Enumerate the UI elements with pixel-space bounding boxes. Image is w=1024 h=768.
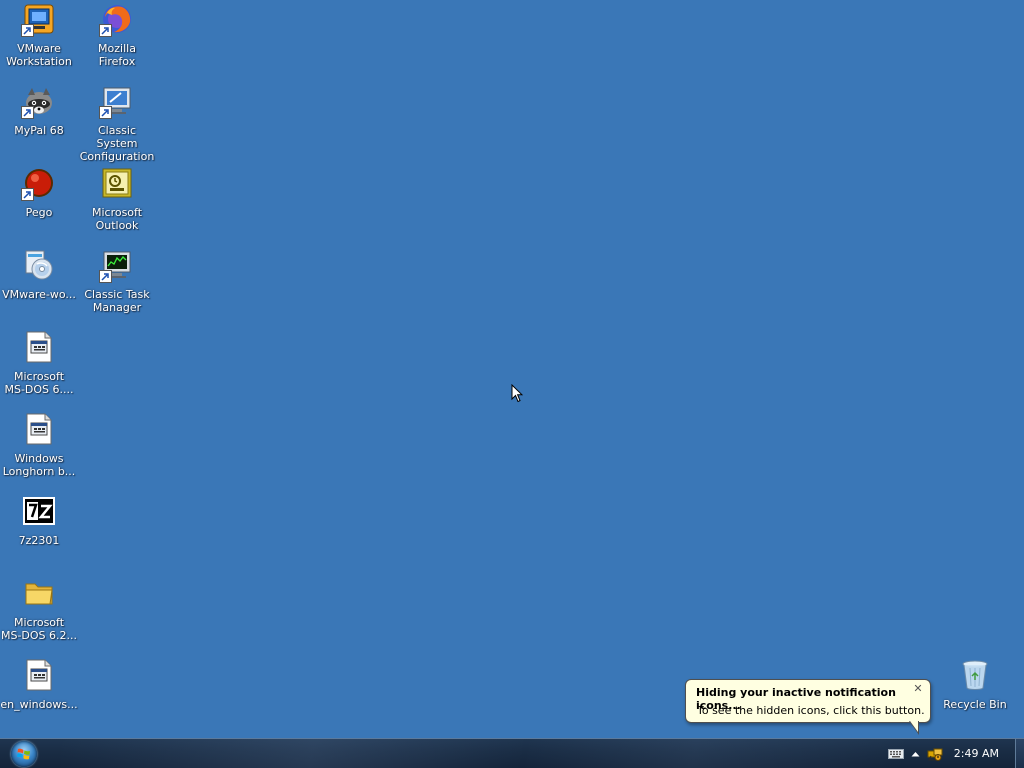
network-alert-icon[interactable] <box>926 747 944 761</box>
desktop-icon-pego[interactable]: Pego <box>0 167 78 219</box>
shortcut-arrow-icon <box>21 188 34 201</box>
windows-logo-icon <box>11 741 37 767</box>
disk-image-file-icon <box>23 659 55 691</box>
taskbar-clock[interactable]: 2:49 AM <box>954 747 999 760</box>
keyboard-icon[interactable] <box>886 748 906 759</box>
desktop-icon-recycle-bin[interactable]: Recycle Bin <box>936 659 1014 711</box>
vmware-workstation-icon <box>21 3 55 37</box>
show-desktop-button[interactable] <box>1015 739 1024 768</box>
desktop-icon-microsoft-ms-dos-6-2-folder[interactable]: Microsoft MS-DOS 6.2... <box>0 577 78 642</box>
shortcut-arrow-icon <box>21 106 34 119</box>
start-button[interactable] <box>8 740 40 768</box>
disk-image-file-icon <box>23 413 55 445</box>
desktop-icon-label: Recycle Bin <box>943 698 1007 711</box>
folder-icon <box>23 577 55 609</box>
desktop-icon-label: Microsoft Outlook <box>91 206 143 232</box>
desktop-icon-mozilla-firefox[interactable]: Mozilla Firefox <box>78 3 156 68</box>
outlook-icon <box>101 167 133 199</box>
recycle-bin-icon <box>959 659 991 691</box>
firefox-icon <box>99 3 133 37</box>
taskbar: 2:49 AM <box>0 738 1024 768</box>
pego-red-ball-icon <box>21 167 55 201</box>
close-icon: ✕ <box>913 682 923 695</box>
task-manager-icon <box>99 249 133 283</box>
desktop-icon-label: VMware Workstation <box>6 42 72 68</box>
desktop-icon-classic-task-manager[interactable]: Classic Task Manager <box>78 249 156 314</box>
desktop-icon-label: Mozilla Firefox <box>98 42 136 68</box>
shortcut-arrow-icon <box>99 24 112 37</box>
desktop-icon-vmware-wo[interactable]: VMware-wo... <box>0 249 78 301</box>
desktop-icon-label: Classic Task Manager <box>84 288 150 314</box>
desktop-icon-label: 7z2301 <box>18 534 60 547</box>
7zip-icon <box>23 495 55 527</box>
balloon-close-button[interactable]: ✕ <box>912 683 924 695</box>
desktop-icon-label: Pego <box>25 206 53 219</box>
disk-image-file-icon <box>23 331 55 363</box>
show-hidden-icons-arrow-icon[interactable] <box>906 751 926 757</box>
desktop-icon-label: VMware-wo... <box>2 288 76 301</box>
notification-area: 2:49 AM <box>886 739 1024 768</box>
desktop-icon-label: Windows Longhorn b... <box>2 452 76 478</box>
desktop-icon-vmware-workstation[interactable]: VMware Workstation <box>0 3 78 68</box>
desktop-icon-microsoft-outlook[interactable]: Microsoft Outlook <box>78 167 156 232</box>
notification-balloon[interactable]: Hiding your inactive notification icons.… <box>685 679 931 735</box>
shortcut-arrow-icon <box>99 106 112 119</box>
desktop-icon-classic-system-configuration[interactable]: Classic System Configuration <box>78 85 156 163</box>
desktop-icon-label: en_windows... <box>0 698 78 711</box>
desktop-icon-label: MyPal 68 <box>14 124 64 137</box>
mypal-raccoon-icon <box>21 85 55 119</box>
desktop-icon-label: Microsoft MS-DOS 6.... <box>4 370 74 396</box>
balloon-tail-fill <box>910 721 918 732</box>
shortcut-arrow-icon <box>21 24 34 37</box>
desktop-icon-label: Microsoft MS-DOS 6.2... <box>0 616 78 642</box>
desktop-icon-microsoft-ms-dos-6-file[interactable]: Microsoft MS-DOS 6.... <box>0 331 78 396</box>
mouse-cursor-icon <box>511 384 523 403</box>
desktop[interactable]: VMware Workstation Mozilla Firefox MyPal… <box>0 0 1024 738</box>
installer-disc-icon <box>23 249 55 281</box>
balloon-text: To see the hidden icons, click this butt… <box>697 704 925 717</box>
desktop-icon-mypal-68[interactable]: MyPal 68 <box>0 85 78 137</box>
shortcut-arrow-icon <box>99 270 112 283</box>
desktop-icon-label: Classic System Configuration <box>79 124 155 163</box>
desktop-icon-en-windows[interactable]: en_windows... <box>0 659 78 711</box>
desktop-icon-7z2301[interactable]: 7z2301 <box>0 495 78 547</box>
system-configuration-icon <box>99 85 133 119</box>
desktop-icon-windows-longhorn[interactable]: Windows Longhorn b... <box>0 413 78 478</box>
